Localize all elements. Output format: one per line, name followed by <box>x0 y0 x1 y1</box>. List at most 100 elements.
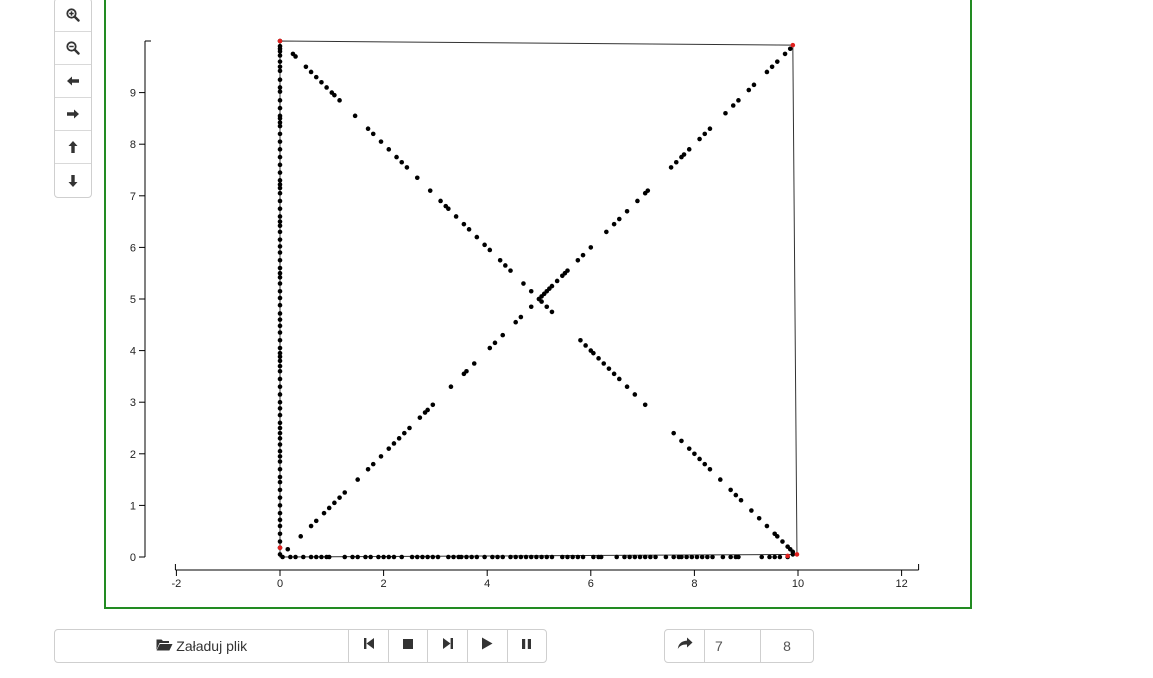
data-point <box>746 87 752 93</box>
play-icon <box>481 637 493 655</box>
data-point <box>635 198 640 204</box>
step-input[interactable] <box>705 630 761 662</box>
load-file-button[interactable]: Załaduj plik <box>55 630 350 662</box>
data-point <box>544 304 550 310</box>
zoom-in-button[interactable] <box>55 0 91 32</box>
data-point <box>606 366 612 371</box>
data-point <box>350 554 355 560</box>
data-point <box>645 188 651 193</box>
data-point <box>627 554 632 560</box>
data-point <box>277 214 283 219</box>
data-point <box>420 554 425 560</box>
data-point <box>277 466 283 472</box>
data-point <box>277 430 283 436</box>
data-point <box>718 477 723 482</box>
data-point <box>399 159 405 165</box>
data-point <box>277 190 283 196</box>
data-point <box>370 461 376 467</box>
data-point <box>474 234 480 240</box>
pause-icon <box>521 637 532 655</box>
scatter-chart[interactable]: -2 0 2 4 6 8 10 120123456789 <box>106 0 970 607</box>
data-point <box>459 554 464 560</box>
data-point <box>736 554 741 560</box>
data-point <box>707 126 713 132</box>
data-point <box>277 250 283 255</box>
data-point <box>277 436 283 441</box>
data-point <box>686 446 692 451</box>
x-tick-label: 2 <box>381 578 387 590</box>
data-point <box>386 554 392 560</box>
stop-icon <box>402 637 414 655</box>
plot-frame: -2 0 2 4 6 8 10 12 0 1 2 3 4 5 6 7 8 9 <box>104 0 972 609</box>
highlighted-point <box>277 38 283 44</box>
data-point <box>523 554 529 560</box>
step-forward-icon <box>442 637 454 655</box>
data-point <box>277 170 283 175</box>
data-point <box>277 295 283 301</box>
data-point <box>301 554 306 560</box>
step-backward-button[interactable] <box>349 630 389 662</box>
data-point <box>277 302 283 308</box>
data-point <box>769 64 775 70</box>
data-point <box>363 554 368 560</box>
data-point <box>313 518 319 524</box>
data-point <box>705 554 710 560</box>
y-tick-label: 6 <box>130 242 136 254</box>
data-point <box>277 523 283 529</box>
data-point <box>681 152 687 157</box>
zoom-out-button[interactable] <box>55 32 91 65</box>
data-point <box>394 154 399 160</box>
data-point <box>702 131 708 137</box>
pan-down-button[interactable] <box>55 164 91 197</box>
arrow-left-icon <box>66 75 80 87</box>
data-point <box>319 554 324 560</box>
data-point <box>277 531 283 537</box>
data-point <box>277 154 283 160</box>
go-to-step-button[interactable] <box>665 630 705 662</box>
data-point <box>723 110 728 116</box>
data-point <box>298 534 304 539</box>
pause-button[interactable] <box>508 630 547 662</box>
data-point <box>528 304 534 310</box>
data-point <box>642 554 648 560</box>
pan-left-button[interactable] <box>55 65 91 98</box>
data-point <box>790 549 796 555</box>
data-point <box>277 363 283 369</box>
data-point <box>694 554 700 560</box>
data-point <box>528 554 534 560</box>
pan-up-button[interactable] <box>55 131 91 164</box>
data-point <box>277 258 283 263</box>
data-point <box>355 554 360 560</box>
data-point <box>386 147 392 152</box>
data-point <box>277 139 283 144</box>
stop-button[interactable] <box>389 630 429 662</box>
data-point <box>378 139 384 144</box>
data-point <box>490 554 495 560</box>
data-point <box>277 448 283 454</box>
data-point <box>575 554 581 560</box>
data-point <box>326 505 332 511</box>
data-point <box>399 554 405 560</box>
data-point <box>653 554 658 560</box>
data-point <box>601 361 607 366</box>
data-point <box>407 425 412 431</box>
data-point <box>324 85 329 90</box>
data-point <box>425 554 430 560</box>
data-point <box>616 376 622 382</box>
play-button[interactable] <box>468 630 508 662</box>
data-point <box>503 263 508 268</box>
data-point <box>728 487 733 493</box>
data-point <box>277 68 283 74</box>
data-point <box>277 412 283 418</box>
data-point <box>285 546 291 552</box>
data-point <box>277 479 283 485</box>
y-tick-label: 5 <box>130 294 136 306</box>
data-point <box>277 323 283 329</box>
data-point <box>425 407 430 413</box>
step-forward-button[interactable] <box>428 630 468 662</box>
data-point <box>728 554 733 560</box>
data-point <box>313 74 319 80</box>
pan-right-button[interactable] <box>55 98 91 131</box>
data-point <box>277 85 283 90</box>
data-point <box>277 392 283 397</box>
